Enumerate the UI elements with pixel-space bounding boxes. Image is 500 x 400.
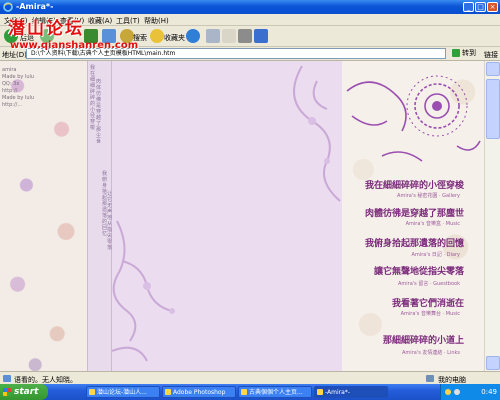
address-label: 地址(D) <box>2 51 27 59</box>
watermark-url: www.qianshanren.com <box>10 40 139 51</box>
taskbar-item-label: -Amira*- <box>325 389 350 396</box>
go-arrow-icon <box>452 49 460 57</box>
go-button[interactable]: 转到 <box>452 48 482 59</box>
poem-sub[interactable]: Amira's 留言 · Guestbook <box>398 280 460 287</box>
page-content: amira Made by lulu QQ: 3x http:// Made b… <box>0 61 500 371</box>
scroll-down-button[interactable] <box>486 356 500 370</box>
taskbar-item[interactable]: 古典個個个人主页... <box>238 386 312 398</box>
links-button[interactable]: 链接 <box>484 50 498 60</box>
clock: 0:49 <box>481 388 497 396</box>
scroll-up-button[interactable] <box>486 62 500 76</box>
mail-icon[interactable] <box>222 29 236 43</box>
go-label: 转到 <box>462 49 476 57</box>
media-icon[interactable] <box>186 29 200 43</box>
center-panel <box>112 61 342 371</box>
poem-line: 讓它無聲地從指尖零落 <box>373 267 464 277</box>
taskbar-item[interactable]: Adobe Photoshop <box>162 386 236 398</box>
menu-tools[interactable]: 工具(T) <box>116 16 140 26</box>
computer-icon <box>426 375 434 382</box>
page-icon <box>3 375 11 382</box>
vertical-scrollbar[interactable] <box>484 61 500 371</box>
menu-help[interactable]: 帮助(H) <box>144 16 169 26</box>
left-info-line: QQ: 3x <box>2 81 20 87</box>
poem-line: 我在細細碎碎的小徑穿梭 <box>364 181 464 191</box>
taskbar-item-label: 古典個個个人主页... <box>249 389 303 396</box>
poem-sub[interactable]: Amira's 日記 · Diary <box>412 251 460 258</box>
volume-icon[interactable] <box>454 389 460 395</box>
app-icon <box>241 389 247 395</box>
print-icon[interactable] <box>238 29 252 43</box>
poem-sub[interactable]: Amira's 友情連結 · Links <box>402 349 460 356</box>
taskbar-item-label: 潜山论坛-潜山人... <box>97 389 147 396</box>
menu-favorites[interactable]: 收藏(A) <box>88 16 112 26</box>
poem-line: 肉體彷彿是穿越了那塵世 <box>364 209 464 219</box>
status-bar: 语看的。无人知晓。 我的电脑 <box>0 371 500 384</box>
poem-sub[interactable]: Amira's 秘密花園 · Gallery <box>397 192 460 199</box>
window-title: -Amira*- <box>16 2 54 11</box>
poem-line: 那細細碎碎的小道上 <box>382 336 464 346</box>
left-info-line: http:// <box>2 88 18 94</box>
app-icon <box>165 389 171 395</box>
app-icon <box>317 389 323 395</box>
start-label: start <box>14 387 39 397</box>
taskbar-item-active[interactable]: -Amira*- <box>314 386 388 398</box>
vertical-text: 肉体仿佛是穿越了那尘世 <box>96 79 102 145</box>
left-info-line: http://... <box>2 102 23 108</box>
maximize-button[interactable]: □ <box>475 2 486 12</box>
left-floral-panel: amira Made by lulu QQ: 3x http:// Made b… <box>0 61 88 371</box>
messenger-icon[interactable] <box>254 29 268 43</box>
poem-sub[interactable]: Amira's 音樂舞台 · Music <box>401 310 460 317</box>
poem-line: 我看著它們消逝在 <box>391 299 464 309</box>
poem-line: 我俯身拾起那遺落的回憶 <box>364 239 464 249</box>
poem-sub[interactable]: Amira's 音樂盒 · Music <box>406 220 460 227</box>
start-button[interactable]: start <box>0 384 48 400</box>
lace-flower-icon <box>346 75 481 162</box>
left-info-text: amira Made by lulu QQ: 3x http:// Made b… <box>2 67 52 109</box>
left-info-line: amira <box>2 67 17 73</box>
taskbar: start 潜山论坛-潜山人... Adobe Photoshop 古典個個个人… <box>0 384 500 400</box>
app-icon <box>89 389 95 395</box>
taskbar-item[interactable]: 潜山论坛-潜山人... <box>86 386 160 398</box>
minimize-button[interactable]: _ <box>463 2 474 12</box>
favorites-icon[interactable] <box>150 29 164 43</box>
close-button[interactable]: × <box>487 2 498 12</box>
vertical-text-strip: 我在细细碎碎的小径穿梭 肉体仿佛是穿越了那尘世 我俯身拾起那遗落的回忆 让它无声… <box>87 61 112 371</box>
left-info-line: Made by lulu <box>2 74 35 80</box>
tray-icon[interactable] <box>445 389 451 395</box>
taskbar-item-label: Adobe Photoshop <box>173 389 226 396</box>
history-icon[interactable] <box>206 29 220 43</box>
watermark-title: 潜山论坛 <box>8 19 84 39</box>
system-tray: 0:49 <box>440 384 500 400</box>
windows-flag-icon <box>3 388 11 396</box>
ie-logo-icon <box>3 2 13 12</box>
scroll-thumb[interactable] <box>486 79 500 139</box>
swirl-ornament-icon <box>112 65 341 362</box>
favorites-label[interactable]: 收藏夹 <box>164 33 185 43</box>
right-panel: 我在細細碎碎的小徑穿梭 Amira's 秘密花園 · Gallery 肉體彷彿是… <box>342 61 484 371</box>
window-titlebar[interactable]: -Amira*- _ □ × <box>0 0 500 14</box>
left-info-line: Made by lulu <box>2 95 35 101</box>
